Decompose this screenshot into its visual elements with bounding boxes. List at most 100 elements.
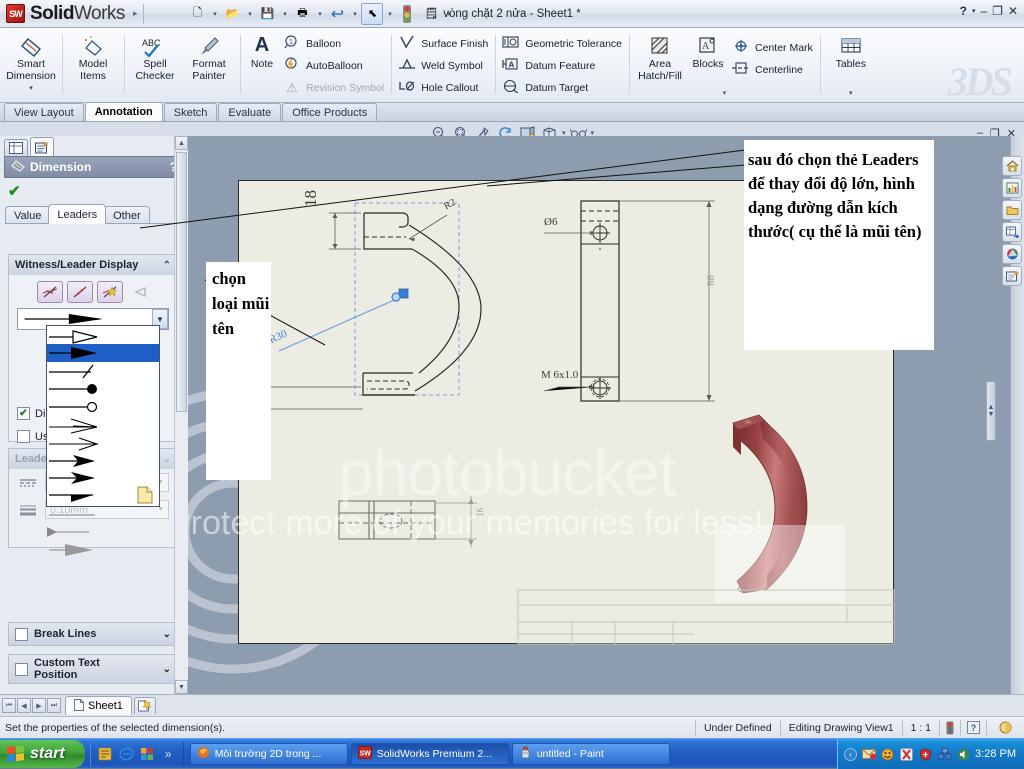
feature-manager-tab[interactable] (4, 139, 28, 156)
property-panel-scrollbar[interactable]: ▲ ▼ (174, 136, 188, 694)
datum-feature-button[interactable]: A Datum Feature (499, 55, 625, 76)
smart-dimension-dropdown-icon[interactable]: ▾ (29, 83, 33, 95)
none-item[interactable] (47, 506, 159, 524)
status-help-icon[interactable]: ? (960, 719, 986, 736)
tray-clock[interactable]: 3:28 PM (975, 748, 1016, 760)
dimension-line-checkbox[interactable]: ✔ (17, 407, 30, 420)
property-manager-tab[interactable] (30, 137, 54, 156)
status-sketch-indicator-icon[interactable] (986, 719, 1024, 736)
revision-symbol-button[interactable]: ⚠ Revision Symbol (280, 77, 387, 98)
panel-scroll-thumb[interactable] (176, 152, 187, 412)
select-dropdown-icon[interactable]: ▾ (385, 10, 394, 18)
break-lines-section[interactable]: Break Lines ⌄ (8, 622, 178, 646)
options-icon[interactable]: 🗒 (420, 3, 442, 25)
property-tab-other[interactable]: Other (104, 206, 150, 224)
new-document-dropdown-icon[interactable]: ▾ (210, 10, 219, 18)
dimension-16[interactable]: 16 (475, 508, 485, 517)
outside-witness-button[interactable] (37, 281, 63, 303)
panel-scroll-down-button[interactable]: ▼ (175, 680, 188, 694)
slash-item[interactable] (47, 362, 159, 380)
hole-callout-button[interactable]: Hole Callout (395, 77, 491, 98)
dimension-18[interactable]: 18 (301, 190, 321, 207)
custom-properties-icon[interactable] (1002, 266, 1022, 286)
leader-style-button[interactable] (127, 281, 153, 303)
arrow-style-dropdown-list[interactable] (46, 325, 160, 556)
internet-explorer-icon[interactable] (118, 745, 135, 762)
half-arrow-item[interactable] (47, 434, 159, 452)
format-painter-button[interactable]: Format Painter (182, 31, 236, 82)
taskbar-solidworks-window[interactable]: SW SolidWorks Premium 2... (350, 742, 509, 765)
open-document-icon[interactable]: 📂 (221, 3, 243, 25)
sheet-nav-next-button[interactable]: ▶ (32, 698, 46, 713)
undo-icon[interactable]: ↩ (326, 3, 348, 25)
custom-text-position-expand-chevron-icon[interactable]: ⌄ (163, 664, 171, 675)
area-hatch-fill-button[interactable]: Area Hatch/Fill ▾ (633, 31, 726, 97)
tab-annotation[interactable]: Annotation (84, 102, 163, 121)
drawing-view-front[interactable] (259, 191, 539, 451)
file-explorer-icon[interactable] (1002, 200, 1022, 220)
model-items-button[interactable]: Model Items (66, 31, 120, 82)
help-button[interactable]: ? (960, 4, 967, 18)
geometric-tolerance-button[interactable]: Geometric Tolerance (499, 33, 625, 54)
double-open-arrow-item[interactable] (47, 416, 159, 434)
tab-evaluate[interactable]: Evaluate (218, 103, 282, 121)
drawing-view-isometric-model[interactable] (715, 403, 845, 603)
save-document-dropdown-icon[interactable]: ▾ (280, 10, 289, 18)
appearances-icon[interactable] (1002, 244, 1022, 264)
taskbar-paint-window[interactable]: untitled - Paint (511, 742, 670, 765)
tab-sketch[interactable]: Sketch (163, 103, 218, 121)
open-circle-item[interactable] (47, 398, 159, 416)
print-document-icon[interactable]: 🖶 (291, 3, 313, 25)
filled-dot-item[interactable] (47, 380, 159, 398)
tables-button[interactable]: Tables ▾ (824, 31, 878, 97)
spell-checker-button[interactable]: ABC Spell Checker (128, 31, 182, 82)
sheet-nav-first-button[interactable]: ⏮ (2, 698, 16, 713)
smart-witness-button[interactable] (97, 281, 123, 303)
design-library-icon[interactable] (1002, 178, 1022, 198)
minimize-button[interactable]: – (980, 4, 987, 18)
rebuild-traffic-light-icon[interactable] (396, 3, 418, 25)
solid-arrow-2-item[interactable] (47, 452, 159, 470)
new-document-icon[interactable]: 🗋 (186, 3, 208, 25)
ok-button[interactable]: ✔ (8, 182, 21, 200)
gray-solid-arrow-item[interactable] (47, 542, 159, 560)
panel-scroll-up-button[interactable]: ▲ (175, 136, 188, 150)
menu-expand-chevron-icon[interactable]: ▸ (133, 8, 138, 19)
blocks-button[interactable]: A Blocks (687, 31, 729, 71)
property-tab-leaders[interactable]: Leaders (48, 204, 107, 224)
select-pointer-icon[interactable]: ⬉ (361, 2, 384, 25)
dimension-dia6[interactable]: Ø6 (544, 216, 557, 228)
tray-arrow-icon[interactable]: ‹ (844, 747, 858, 761)
print-dropdown-icon[interactable]: ▾ (315, 10, 324, 18)
annotation-note-side[interactable]: chọn loại mũi tên (206, 262, 271, 480)
add-sheet-button[interactable] (133, 697, 156, 714)
property-tab-value[interactable]: Value (5, 206, 51, 224)
drawing-view-top[interactable] (329, 491, 589, 571)
solid-arrow-item[interactable] (47, 344, 159, 362)
open-document-dropdown-icon[interactable]: ▾ (245, 10, 254, 18)
break-lines-expand-chevron-icon[interactable]: ⌄ (163, 629, 171, 640)
sheet-nav-prev-button[interactable]: ◀ (17, 698, 31, 713)
tray-yahoo-icon[interactable] (880, 747, 895, 762)
sheet-nav-last-button[interactable]: ⏭ (47, 698, 61, 713)
restore-button[interactable]: ❐ (992, 4, 1003, 18)
witness-leader-collapse-chevron-icon[interactable]: ⌃ (163, 260, 171, 271)
tab-view-layout[interactable]: View Layout (4, 103, 84, 121)
weld-symbol-button[interactable]: Weld Symbol (395, 55, 491, 76)
help-dropdown-icon[interactable]: ▾ (972, 7, 976, 15)
drawing-view-side[interactable] (539, 191, 739, 431)
dimension-m6x1[interactable]: M 6x1.0 (541, 369, 578, 381)
break-lines-checkbox[interactable] (15, 627, 28, 641)
tab-office-products[interactable]: Office Products (282, 103, 378, 121)
autoballoon-button[interactable]: AutoBalloon (280, 55, 387, 76)
view-palette-icon[interactable] (1002, 222, 1022, 242)
undo-dropdown-icon[interactable]: ▾ (350, 10, 359, 18)
tray-volume-icon[interactable] (956, 747, 971, 762)
home-icon[interactable] (1002, 156, 1022, 176)
witness-leader-display-title[interactable]: Witness/Leader Display ⌃ (9, 255, 177, 275)
status-rebuild-icon[interactable] (939, 719, 960, 736)
gray-half-arrow-item[interactable] (47, 524, 159, 542)
note-button[interactable]: A Note (244, 31, 280, 71)
media-player-icon[interactable] (139, 745, 156, 762)
start-button[interactable]: start (0, 739, 85, 768)
